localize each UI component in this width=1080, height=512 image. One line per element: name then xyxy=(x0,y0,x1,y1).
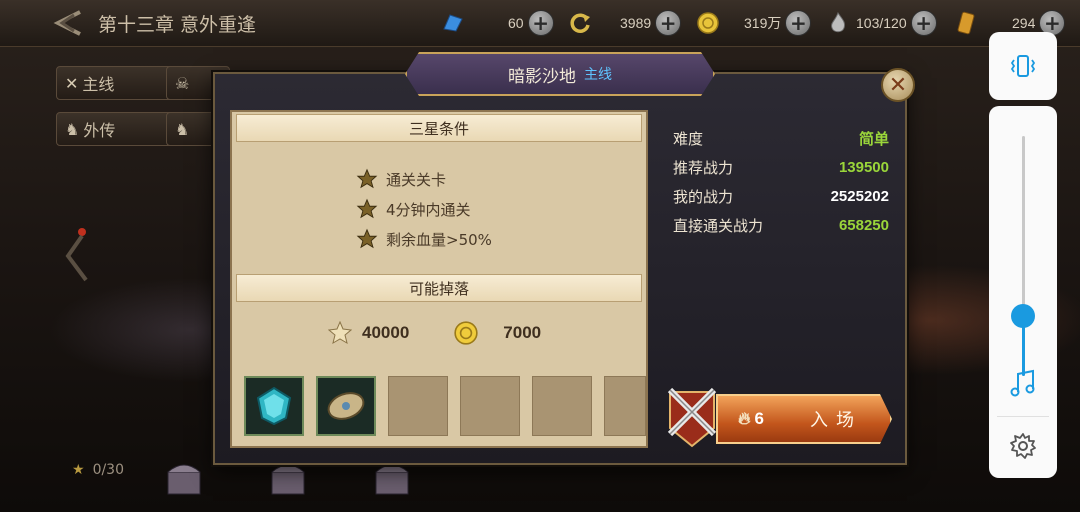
condition-text: 4分钟内通关 xyxy=(386,200,471,219)
gear-icon[interactable] xyxy=(1009,432,1037,460)
gold-value: 319万 xyxy=(744,15,782,31)
drop-item-slots xyxy=(244,376,646,436)
stat-my-power: 我的战力 2525202 xyxy=(673,182,889,211)
conditions-panel: 三星条件 通关关卡 4分钟内通关 剩余血量>50% 可能掉落 40000 700… xyxy=(230,110,648,448)
drop-rewards: 40000 7000 xyxy=(328,320,541,346)
star-icon: ★ xyxy=(72,462,85,478)
drop-item-empty xyxy=(532,376,592,436)
stamina-value: 103/120 xyxy=(856,15,907,31)
map-arrow-icon[interactable] xyxy=(62,226,92,286)
exp-star-icon xyxy=(328,321,352,345)
crystal-resource xyxy=(440,9,464,37)
drop-item-scroll[interactable] xyxy=(316,376,376,436)
star-icon xyxy=(356,198,378,219)
chapter-title: 第十三章 意外重逢 xyxy=(98,14,257,36)
gem-icon xyxy=(256,386,292,426)
tab-main-story-label: 主线 xyxy=(82,75,115,94)
condition-text: 剩余血量>50% xyxy=(386,230,492,249)
back-arrow-icon[interactable] xyxy=(52,8,84,38)
star-icon xyxy=(356,228,378,249)
three-star-header: 三星条件 xyxy=(236,114,642,142)
ticket-icon xyxy=(957,11,975,35)
vibrate-icon xyxy=(1010,55,1036,77)
stamina-cost-value: 6 xyxy=(754,409,764,428)
ticket-resource xyxy=(954,9,978,37)
refresh-resource xyxy=(568,9,592,37)
scroll-icon xyxy=(327,392,365,420)
stat-label: 直接通关战力 xyxy=(673,217,764,235)
crystal-value: 60 xyxy=(508,15,524,31)
crystal-icon xyxy=(443,14,463,32)
drops-header: 可能掉落 xyxy=(236,274,642,302)
stat-value: 简单 xyxy=(858,131,889,148)
tab-main-story[interactable]: ✕ 主线 xyxy=(56,66,174,100)
top-bar: 第十三章 意外重逢 60 + 3989 + 319万 + 103/120 + 2… xyxy=(0,0,1080,47)
drop-item-empty xyxy=(388,376,448,436)
exp-reward-value: 40000 xyxy=(362,323,410,342)
gold-coin-icon xyxy=(454,321,478,345)
tab-side-story[interactable]: ♞ 外传 xyxy=(56,112,174,146)
stat-recommended-power: 推荐战力 139500 xyxy=(673,153,889,182)
music-note-icon[interactable] xyxy=(1009,368,1037,398)
drop-item-empty xyxy=(604,376,646,436)
condition-item: 4分钟内通关 xyxy=(356,198,471,220)
stamina-cost: 🔥︎ 6 xyxy=(738,409,764,429)
stat-value: 139500 xyxy=(838,159,889,176)
gold-reward-value: 7000 xyxy=(503,323,542,342)
drop-item-gem[interactable] xyxy=(244,376,304,436)
drop-item-empty xyxy=(460,376,520,436)
stat-sweep-power: 直接通关战力 658250 xyxy=(673,211,889,240)
gold-counter: 319万 + xyxy=(744,9,812,37)
vibrate-toggle[interactable] xyxy=(989,32,1057,100)
refresh-icon xyxy=(570,13,590,33)
star-progress: ★ 0/30 xyxy=(72,462,124,478)
stamina-resource xyxy=(826,9,850,37)
add-refresh-button[interactable]: + xyxy=(655,10,682,36)
divider xyxy=(997,416,1049,417)
enter-stage-button[interactable]: 🔥︎ 6 入场 xyxy=(716,394,892,444)
add-gold-button[interactable]: + xyxy=(785,10,812,36)
stat-difficulty: 难度 简单 xyxy=(673,124,889,153)
add-stamina-button[interactable]: + xyxy=(910,10,937,36)
horse-icon: ♞ xyxy=(65,119,80,139)
flame-icon xyxy=(831,11,845,33)
treasure-chest-icon[interactable] xyxy=(164,458,204,498)
volume-panel xyxy=(989,106,1057,478)
horse-icon: ♞ xyxy=(175,119,190,139)
volume-slider-knob[interactable] xyxy=(1011,304,1035,328)
flame-icon: 🔥︎ xyxy=(738,409,751,428)
crossed-swords-icon xyxy=(667,387,717,448)
stage-title-plate: 暗影沙地 主线 xyxy=(405,52,715,96)
enter-label: 入场 xyxy=(809,410,862,431)
refresh-counter: 3989 + xyxy=(620,9,682,37)
stat-label: 我的战力 xyxy=(673,188,734,206)
add-crystal-button[interactable]: + xyxy=(527,10,554,36)
stage-name: 暗影沙地 xyxy=(508,66,576,87)
stat-label: 难度 xyxy=(673,130,704,148)
condition-item: 剩余血量>50% xyxy=(356,228,492,250)
stat-label: 推荐战力 xyxy=(673,159,734,177)
ticket-value: 294 xyxy=(1012,15,1036,31)
crystal-counter: 60 + xyxy=(508,9,554,37)
condition-text: 通关关卡 xyxy=(386,170,447,189)
stage-type: 主线 xyxy=(584,67,612,83)
tab-side-story-label: 外传 xyxy=(83,121,116,140)
stat-value: 2525202 xyxy=(830,188,889,205)
crossed-swords-icon: ✕ xyxy=(65,73,79,93)
stage-stats: 难度 简单 推荐战力 139500 我的战力 2525202 直接通关战力 65… xyxy=(673,124,889,240)
gold-coin-icon xyxy=(697,12,719,34)
star-progress-value: 0/30 xyxy=(92,462,125,478)
stat-value: 658250 xyxy=(838,217,889,234)
stamina-counter: 103/120 + xyxy=(856,9,937,37)
condition-item: 通关关卡 xyxy=(356,168,446,190)
close-icon: ✕ xyxy=(888,72,908,98)
star-icon xyxy=(356,168,378,189)
skull-icon: ☠ xyxy=(175,73,190,93)
gold-resource xyxy=(696,9,720,37)
close-button[interactable]: ✕ xyxy=(881,68,915,102)
refresh-value: 3989 xyxy=(620,15,652,31)
